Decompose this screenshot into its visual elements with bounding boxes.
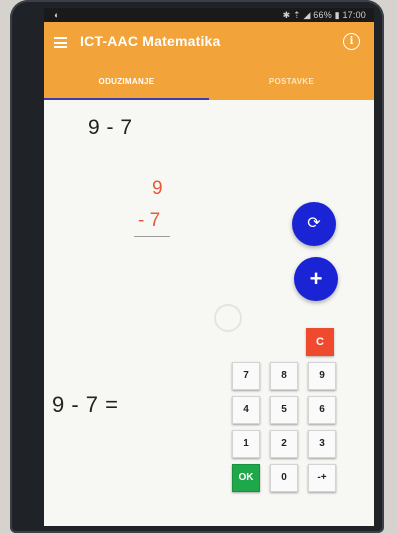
key-3[interactable]: 3 xyxy=(308,430,336,458)
clear-button[interactable]: C xyxy=(306,328,334,356)
status-left-icon: ◐ xyxy=(54,10,60,20)
app-title: ICT-AAC Matematika xyxy=(80,33,221,49)
sign-toggle-button[interactable]: -+ xyxy=(308,464,336,492)
add-button[interactable]: + xyxy=(294,257,338,301)
tab-indicator xyxy=(44,97,209,100)
refresh-icon: ⟳ xyxy=(307,215,321,232)
key-9[interactable]: 9 xyxy=(308,362,336,390)
menu-icon[interactable] xyxy=(54,37,67,48)
app-bar: ICT-AAC Matematika i xyxy=(44,22,374,64)
status-bar: ◐ ✱ ⇡ ◢ 66% ▮ 17:00 xyxy=(44,8,374,22)
key-2[interactable]: 2 xyxy=(270,430,298,458)
key-5[interactable]: 5 xyxy=(270,396,298,424)
plus-icon: + xyxy=(309,266,323,291)
equation-text: 9 - 7 = xyxy=(52,392,119,417)
problem-title: 9 - 7 xyxy=(88,116,133,139)
key-4[interactable]: 4 xyxy=(232,396,260,424)
tab-oduzimanje[interactable]: ODUZIMANJE xyxy=(44,64,209,100)
key-0[interactable]: 0 xyxy=(270,464,298,492)
tab-postavke[interactable]: POSTAVKE xyxy=(209,64,374,100)
key-7[interactable]: 7 xyxy=(232,362,260,390)
minuend-digit: 9 xyxy=(152,178,163,199)
refresh-button[interactable]: ⟳ xyxy=(292,202,336,246)
key-1[interactable]: 1 xyxy=(232,430,260,458)
subtrahend-digit: - 7 xyxy=(138,210,161,231)
info-icon[interactable]: i xyxy=(343,33,360,50)
ok-button[interactable]: OK xyxy=(232,464,260,492)
watermark-icon xyxy=(214,304,242,332)
subtraction-line xyxy=(134,236,170,237)
status-indicators: ✱ ⇡ ◢ 66% ▮ 17:00 xyxy=(282,10,366,20)
tab-bar: ODUZIMANJE POSTAVKE xyxy=(44,64,374,100)
phone-screen: ◐ ✱ ⇡ ◢ 66% ▮ 17:00 ICT-AAC Matematika i… xyxy=(44,8,374,526)
key-6[interactable]: 6 xyxy=(308,396,336,424)
key-8[interactable]: 8 xyxy=(270,362,298,390)
